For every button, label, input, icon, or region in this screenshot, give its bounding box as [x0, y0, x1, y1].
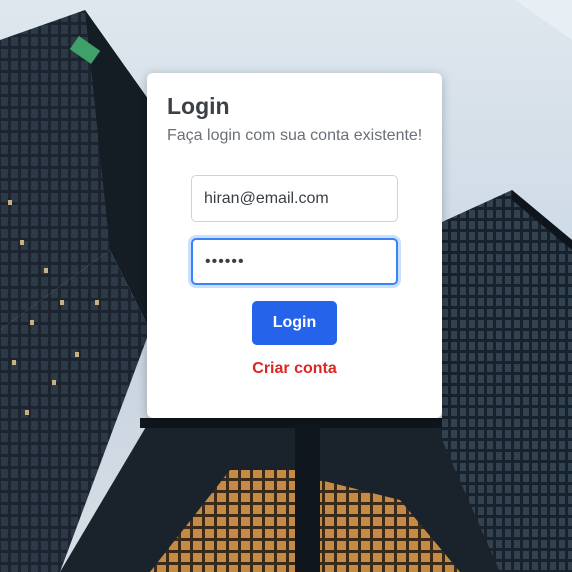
email-field[interactable] — [191, 175, 398, 222]
create-account-link[interactable]: Criar conta — [147, 360, 442, 378]
login-button[interactable]: Login — [252, 301, 337, 345]
password-masked-value: •••••• — [205, 252, 245, 270]
login-subtitle: Faça login com sua conta existente! — [167, 127, 423, 144]
login-card: Login Faça login com sua conta existente… — [147, 73, 442, 418]
password-field[interactable]: •••••• — [191, 238, 398, 285]
page-title: Login — [167, 93, 230, 119]
